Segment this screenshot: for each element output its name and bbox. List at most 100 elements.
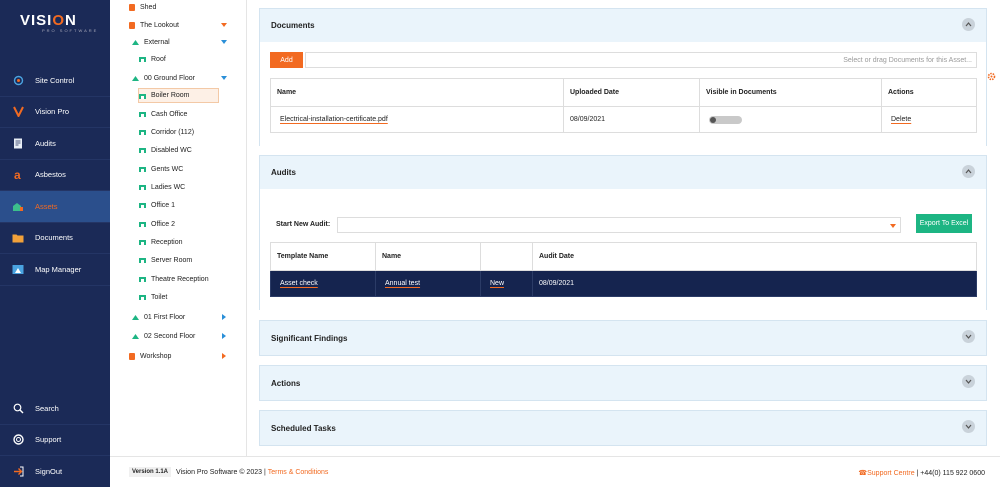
tree-node-workshop[interactable]: Workshop bbox=[129, 349, 171, 363]
tree-node-room[interactable]: Server Room bbox=[139, 253, 192, 267]
tree-node-room[interactable]: Gents WC bbox=[139, 162, 183, 176]
nav-item-site-control[interactable]: Site Control bbox=[0, 65, 110, 97]
chevron-up-icon[interactable] bbox=[962, 165, 975, 178]
nav-item-vision-pro[interactable]: Vision Pro bbox=[0, 97, 110, 128]
tree-node-second-floor[interactable]: 02 Second Floor bbox=[132, 329, 195, 343]
nav-item-signout[interactable]: SignOut bbox=[0, 456, 110, 487]
tree-node-the-lookout[interactable]: The Lookout bbox=[129, 18, 179, 32]
audits-icon bbox=[12, 137, 24, 149]
support-centre-link[interactable]: ☎Support Centre bbox=[858, 470, 914, 477]
collapse-icon[interactable] bbox=[221, 40, 227, 44]
tree-node-room[interactable]: Office 1 bbox=[139, 198, 175, 212]
nav-label: Asbestos bbox=[35, 170, 66, 180]
export-excel-button[interactable]: Export To Excel bbox=[916, 214, 972, 233]
tree-node-room[interactable]: Toilet bbox=[139, 290, 167, 304]
start-audit-select[interactable] bbox=[337, 217, 901, 233]
nav-item-map-manager[interactable]: Map Manager bbox=[0, 254, 110, 286]
tree-node-roof[interactable]: Roof bbox=[139, 52, 166, 66]
nav-label: Vision Pro bbox=[35, 107, 70, 117]
tree-label: Office 1 bbox=[151, 201, 175, 209]
gear-icon[interactable] bbox=[987, 72, 996, 83]
signout-icon bbox=[12, 465, 24, 477]
actions-header[interactable]: Actions bbox=[260, 366, 986, 400]
nav-label: SignOut bbox=[35, 466, 63, 476]
main-content: Documents Add Select or drag Documents f… bbox=[247, 0, 1000, 456]
tasks-header[interactable]: Scheduled Tasks bbox=[260, 411, 986, 445]
tree-node-room[interactable]: Office 2 bbox=[139, 217, 175, 231]
tree-label: Toilet bbox=[151, 293, 168, 301]
chevron-down-icon[interactable] bbox=[962, 330, 975, 343]
room-icon bbox=[139, 167, 146, 172]
visible-toggle[interactable] bbox=[709, 115, 742, 124]
expand-icon[interactable] bbox=[222, 353, 226, 359]
nav-label: Documents bbox=[35, 233, 73, 243]
documents-icon bbox=[12, 232, 24, 244]
add-document-button[interactable]: Add bbox=[270, 52, 303, 68]
tree-label: Roof bbox=[151, 55, 166, 63]
room-icon bbox=[139, 277, 146, 282]
panel-title: Documents bbox=[271, 21, 315, 30]
bottom-nav: Search Support SignOut bbox=[0, 393, 110, 487]
scheduled-tasks-panel[interactable]: Scheduled Tasks bbox=[259, 410, 987, 446]
document-drop-input[interactable]: Select or drag Documents for this Asset.… bbox=[305, 52, 977, 68]
terms-link[interactable]: Terms & Conditions bbox=[268, 469, 329, 476]
chevron-up-icon[interactable] bbox=[962, 18, 975, 31]
nav-item-asbestos[interactable]: a Asbestos bbox=[0, 160, 110, 191]
tree-node-room[interactable]: Reception bbox=[139, 235, 183, 249]
vision-pro-icon bbox=[12, 106, 24, 118]
nav-item-documents[interactable]: Documents bbox=[0, 223, 110, 254]
tree-label: Gents WC bbox=[151, 165, 184, 173]
tree-node-shed[interactable]: Shed bbox=[129, 0, 156, 14]
tree-label: 01 First Floor bbox=[144, 313, 186, 321]
room-icon bbox=[139, 295, 146, 300]
panel-title: Significant Findings bbox=[271, 333, 348, 343]
actions-panel[interactable]: Actions bbox=[259, 365, 987, 401]
logo[interactable]: VISION PRO SOFTWARE bbox=[0, 0, 110, 40]
chevron-down-icon[interactable] bbox=[962, 420, 975, 433]
nav-label: Search bbox=[35, 403, 59, 413]
audits-header[interactable]: Audits bbox=[260, 156, 986, 189]
documents-panel: Documents Add Select or drag Documents f… bbox=[259, 8, 987, 146]
document-link[interactable]: Electrical-installation-certificate.pdf bbox=[280, 116, 388, 123]
audit-status-link[interactable]: New bbox=[490, 280, 504, 287]
building-icon bbox=[129, 3, 135, 11]
tree-node-room[interactable]: Cash Office bbox=[139, 107, 187, 121]
tree-node-external[interactable]: External bbox=[132, 35, 170, 49]
template-link[interactable]: Asset check bbox=[280, 280, 318, 287]
tree-node-boiler-room[interactable]: Boiler Room bbox=[138, 88, 219, 103]
expand-icon[interactable] bbox=[222, 333, 226, 339]
nav-item-support[interactable]: Support bbox=[0, 425, 110, 456]
footer: Version 1.1A Vision Pro Software © 2023 … bbox=[110, 456, 1000, 487]
room-icon bbox=[139, 185, 146, 190]
chevron-down-icon[interactable] bbox=[962, 375, 975, 388]
uploaded-date: 08/09/2021 bbox=[563, 106, 700, 133]
tree-node-ground-floor[interactable]: 00 Ground Floor bbox=[132, 71, 195, 85]
tree-label: Theatre Reception bbox=[151, 275, 209, 283]
collapse-icon[interactable] bbox=[221, 23, 227, 27]
room-icon bbox=[139, 203, 146, 208]
start-audit-label: Start New Audit: bbox=[276, 221, 331, 228]
tree-label: External bbox=[144, 38, 170, 46]
findings-header[interactable]: Significant Findings bbox=[260, 321, 986, 355]
tree-node-room[interactable]: Theatre Reception bbox=[139, 272, 209, 286]
tree-node-room[interactable]: Ladies WC bbox=[139, 180, 185, 194]
tree-node-first-floor[interactable]: 01 First Floor bbox=[132, 310, 185, 324]
significant-findings-panel[interactable]: Significant Findings bbox=[259, 320, 987, 356]
table-row[interactable]: Asset check Annual test New 08/09/2021 bbox=[270, 270, 977, 297]
nav-item-search[interactable]: Search bbox=[0, 393, 110, 425]
nav-item-audits[interactable]: Audits bbox=[0, 128, 110, 160]
zone-icon bbox=[132, 40, 139, 45]
expand-icon[interactable] bbox=[222, 314, 226, 320]
asset-tree: Shed The Lookout External Roof 00 Ground… bbox=[110, 0, 247, 456]
documents-header[interactable]: Documents bbox=[260, 9, 986, 42]
copyright-text: Vision Pro Software © 2023 | bbox=[176, 468, 266, 476]
audit-name-link[interactable]: Annual test bbox=[385, 280, 420, 287]
tree-label: Boiler Room bbox=[151, 92, 190, 99]
delete-link[interactable]: Delete bbox=[891, 116, 911, 123]
building-icon bbox=[129, 21, 135, 29]
collapse-icon[interactable] bbox=[221, 76, 227, 80]
nav-item-assets[interactable]: Assets bbox=[0, 191, 110, 223]
tree-node-room[interactable]: Disabled WC bbox=[139, 143, 192, 157]
version-badge: Version 1.1A bbox=[129, 467, 172, 477]
tree-node-room[interactable]: Corridor (112) bbox=[139, 125, 194, 139]
